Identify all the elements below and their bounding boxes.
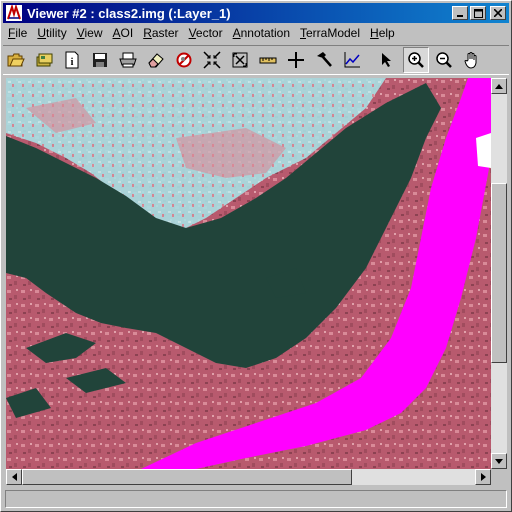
menu-bar: File Utility View AOI Raster Vector Anno… — [3, 24, 509, 42]
vertical-scrollbar[interactable] — [491, 78, 507, 469]
crosshair-button[interactable] — [283, 47, 309, 73]
pan-hand-icon — [464, 52, 477, 69]
crosshair-icon — [288, 52, 304, 68]
minimize-button[interactable] — [452, 6, 468, 20]
classified-image[interactable] — [6, 78, 491, 469]
window-title: Viewer #2 : class2.img (:Layer_1) — [27, 5, 231, 21]
status-bar — [5, 490, 507, 508]
profile-icon — [344, 52, 360, 68]
eraser-button[interactable] — [143, 47, 169, 73]
open-folder-button[interactable] — [3, 47, 29, 73]
arrow-down-icon — [495, 458, 503, 464]
app-icon — [6, 5, 22, 21]
menu-vector[interactable]: Vector — [184, 26, 228, 40]
scroll-down-button[interactable] — [491, 453, 507, 469]
horizontal-scrollbar[interactable] — [6, 469, 491, 485]
river-island — [476, 133, 491, 168]
select-arrow-icon — [382, 53, 391, 67]
clear-button[interactable] — [171, 47, 197, 73]
close-button[interactable] — [490, 6, 506, 20]
menu-annotation[interactable]: Annotation — [228, 26, 295, 40]
measure-icon — [259, 57, 277, 64]
zoom-out-fit-icon — [232, 52, 248, 68]
print-icon — [119, 52, 137, 68]
menu-raster[interactable]: Raster — [138, 26, 183, 40]
eraser-icon — [148, 53, 164, 68]
scroll-up-button[interactable] — [491, 78, 507, 94]
profile-button[interactable] — [339, 47, 365, 73]
arrow-left-icon — [11, 473, 17, 481]
menu-utility[interactable]: Utility — [32, 26, 71, 40]
minimize-icon — [457, 15, 463, 17]
arrow-up-icon — [495, 83, 503, 89]
zoom-out-fit-button[interactable] — [227, 47, 253, 73]
zoom-in-fit-icon — [203, 51, 221, 69]
hammer-icon — [317, 52, 332, 67]
scroll-right-button[interactable] — [475, 469, 491, 485]
zoom-in-fit-button[interactable] — [199, 47, 225, 73]
maximize-icon — [473, 8, 483, 18]
zoom-in-button[interactable] — [403, 47, 429, 73]
viewer-window: Viewer #2 : class2.img (:Layer_1) File U… — [0, 0, 512, 512]
menu-help[interactable]: Help — [365, 26, 400, 40]
info-button[interactable]: i — [59, 47, 85, 73]
scroll-left-button[interactable] — [6, 469, 22, 485]
toolbar: i — [3, 45, 509, 75]
hammer-button[interactable] — [311, 47, 337, 73]
info-icon: i — [65, 51, 79, 69]
menu-terramodel[interactable]: TerraModel — [295, 26, 365, 40]
menu-view[interactable]: View — [72, 26, 108, 40]
svg-text:i: i — [71, 57, 74, 68]
horizontal-scroll-thumb[interactable] — [22, 469, 352, 485]
menu-file[interactable]: File — [3, 26, 32, 40]
pan-hand-button[interactable] — [459, 47, 485, 73]
zoom-out-button[interactable] — [431, 47, 457, 73]
vertical-scroll-thumb[interactable] — [491, 183, 507, 363]
print-button[interactable] — [115, 47, 141, 73]
maximize-button[interactable] — [470, 6, 486, 20]
open-layer-button[interactable] — [31, 47, 57, 73]
clear-icon — [176, 52, 192, 68]
save-button[interactable] — [87, 47, 113, 73]
open-folder-icon — [7, 53, 25, 67]
menu-aoi[interactable]: AOI — [108, 26, 139, 40]
arrow-right-icon — [480, 473, 486, 481]
title-bar[interactable]: Viewer #2 : class2.img (:Layer_1) — [3, 3, 509, 23]
measure-button[interactable] — [255, 47, 281, 73]
zoom-out-icon — [436, 52, 452, 68]
image-viewport[interactable] — [6, 78, 491, 469]
select-arrow-button[interactable] — [375, 47, 401, 73]
scrollbar-corner — [491, 469, 507, 485]
close-icon — [494, 9, 502, 17]
zoom-in-icon — [408, 52, 424, 68]
save-icon — [93, 53, 107, 67]
open-layer-icon — [36, 53, 53, 67]
